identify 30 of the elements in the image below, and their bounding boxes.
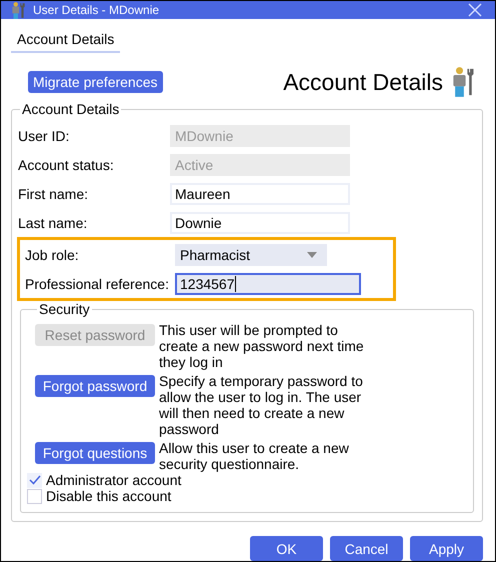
field-label: Last name:: [18, 214, 88, 230]
input-field[interactable]: 1234567: [175, 272, 361, 294]
action-button[interactable]: Forgot password: [35, 375, 155, 397]
dialog-button[interactable]: Cancel: [330, 536, 403, 561]
field-label: Job role:: [25, 246, 80, 262]
page-heading: Account Details: [283, 68, 443, 96]
checkbox[interactable]: [27, 472, 42, 488]
field-label: First name:: [18, 186, 90, 202]
field-label: Professional reference:: [25, 276, 170, 292]
caret-icon: [307, 252, 317, 258]
tab[interactable]: Account Details: [11, 29, 120, 53]
dialog-button[interactable]: OK: [250, 536, 323, 561]
group-title: Account Details: [21, 101, 120, 117]
field-label: Account status:: [18, 156, 115, 172]
checkbox-label: Disable this account: [46, 488, 172, 504]
checkbox-label: Administrator account: [46, 472, 182, 488]
close-icon[interactable]: [467, 2, 483, 18]
action-description: Allow this user to create a new security questionnaire.: [159, 440, 350, 472]
migrate-preferences-button[interactable]: Migrate preferences: [28, 71, 163, 93]
dropdown-field[interactable]: Pharmacist: [175, 244, 327, 266]
input-field[interactable]: Downie: [170, 212, 350, 234]
action-description: This user will be prompted to create a new password next time they log in: [159, 322, 365, 370]
group-title: Security: [38, 301, 91, 317]
action-button[interactable]: Forgot questions: [35, 442, 155, 464]
input-field[interactable]: Maureen: [170, 182, 350, 204]
dialog-button[interactable]: Apply: [410, 536, 483, 561]
field-label: User ID:: [18, 128, 70, 144]
checkbox[interactable]: [27, 488, 42, 504]
window-title: User Details - MDownie: [33, 3, 160, 17]
action-description: Specify a temporary password to allow the user to log in. The user will then need to create a new password: [159, 373, 364, 437]
